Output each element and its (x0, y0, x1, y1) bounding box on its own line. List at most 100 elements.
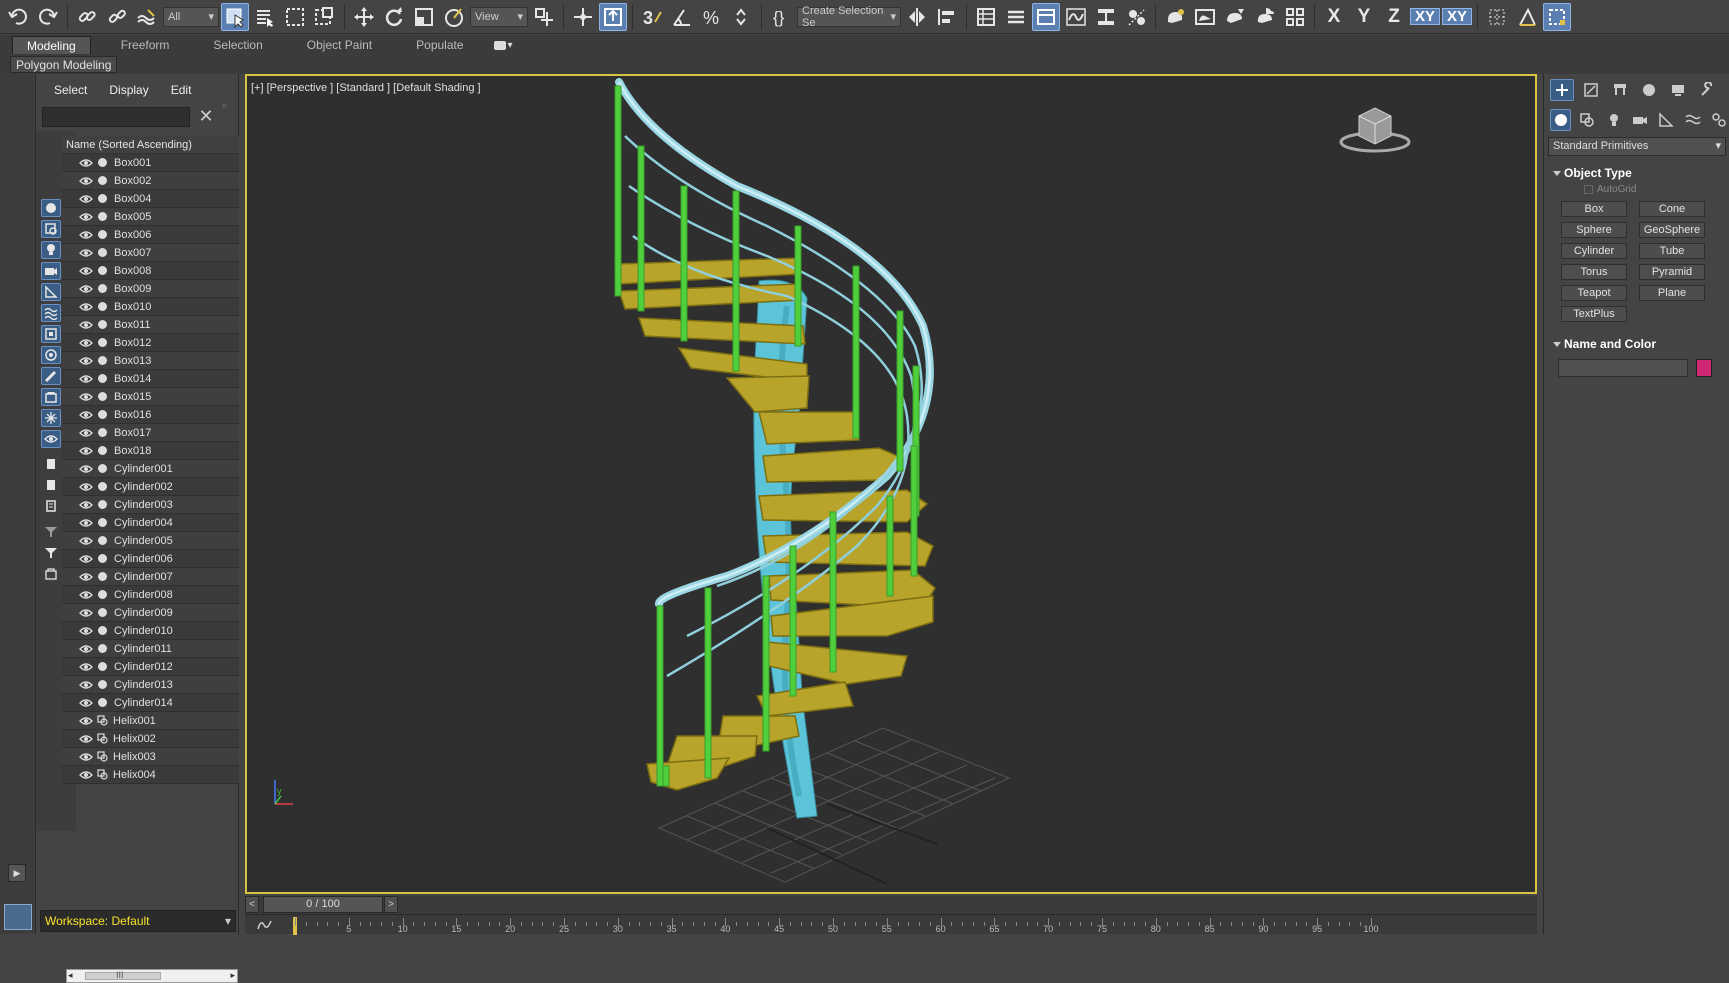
visibility-eye-icon[interactable] (79, 212, 93, 222)
list-item[interactable]: Cylinder010 (62, 622, 239, 640)
axis-z-button[interactable]: Z (1380, 6, 1408, 28)
link-icon[interactable] (73, 3, 101, 31)
list-item[interactable]: Cylinder008 (62, 586, 239, 604)
motion-tab-icon[interactable] (1637, 79, 1661, 101)
space-warps-filter-icon[interactable] (41, 304, 61, 322)
snap-grid-icon[interactable] (1483, 3, 1511, 31)
cameras-filter-icon[interactable] (41, 262, 61, 280)
list-item[interactable]: Cylinder011 (62, 640, 239, 658)
spiral-staircase-model[interactable]: y (247, 76, 1535, 892)
list-item[interactable]: Box007 (62, 244, 239, 262)
visibility-eye-icon[interactable] (79, 572, 93, 582)
angle-snap-icon[interactable] (668, 3, 696, 31)
lights-category-icon[interactable] (1603, 109, 1624, 131)
utilities-tab-icon[interactable] (1695, 79, 1719, 101)
autogrid-checkbox[interactable]: AutoGrid (1584, 184, 1636, 195)
list-item[interactable]: Helix004 (62, 766, 239, 784)
schematic-view-icon[interactable] (1092, 3, 1120, 31)
list-item[interactable]: Box008 (62, 262, 239, 280)
redo-icon[interactable] (34, 3, 62, 31)
list-item[interactable]: Cylinder001 (62, 460, 239, 478)
render-in-cloud-icon[interactable] (1251, 3, 1279, 31)
visibility-eye-icon[interactable] (79, 158, 93, 168)
tube-button[interactable]: Tube (1639, 243, 1705, 259)
polygon-modeling-panel[interactable]: Polygon Modeling (10, 56, 118, 73)
window-crossing-icon[interactable] (311, 3, 339, 31)
axis-y-button[interactable]: Y (1350, 6, 1378, 28)
visibility-eye-icon[interactable] (79, 770, 93, 780)
explorer-horizontal-scrollbar[interactable]: ◂ III ▸ (66, 969, 238, 983)
list-item[interactable]: Box017 (62, 424, 239, 442)
shapes-filter-icon[interactable] (41, 220, 61, 238)
list-item[interactable]: Box011 (62, 316, 239, 334)
visibility-eye-icon[interactable] (79, 716, 93, 726)
spinner-snap-icon[interactable] (728, 3, 756, 31)
bind-space-warp-icon[interactable] (133, 3, 161, 31)
shapes-category-icon[interactable] (1576, 109, 1597, 131)
visibility-eye-icon[interactable] (79, 392, 93, 402)
object-color-swatch[interactable] (1696, 359, 1712, 377)
list-item[interactable]: Cylinder013 (62, 676, 239, 694)
render-setup-icon[interactable] (1161, 3, 1189, 31)
rectangular-selection-icon[interactable] (281, 3, 309, 31)
visibility-eye-icon[interactable] (79, 194, 93, 204)
funnel-icon[interactable] (41, 544, 61, 562)
visibility-eye-icon[interactable] (79, 338, 93, 348)
list-item[interactable]: Cylinder006 (62, 550, 239, 568)
axis-xy-button[interactable]: XY (1410, 8, 1440, 25)
containers-filter-icon[interactable] (41, 388, 61, 406)
torus-button[interactable]: Torus (1561, 264, 1627, 280)
mirror-icon[interactable] (903, 3, 931, 31)
pyramid-button[interactable]: Pyramid (1639, 264, 1705, 280)
tab-freeform[interactable]: Freeform (107, 36, 184, 54)
list-item[interactable]: Box006 (62, 226, 239, 244)
visibility-eye-icon[interactable] (79, 176, 93, 186)
menu-edit[interactable]: Edit (171, 83, 192, 97)
visibility-eye-icon[interactable] (79, 734, 93, 744)
axis-xy-cycle-button[interactable]: XY (1442, 8, 1472, 25)
snaps-toggle-icon[interactable]: 3 (638, 3, 666, 31)
visibility-eye-icon[interactable] (79, 248, 93, 258)
visibility-eye-icon[interactable] (79, 284, 93, 294)
layer-explorer-icon[interactable] (1002, 3, 1030, 31)
material-editor-icon[interactable] (1122, 3, 1150, 31)
tab-object-paint[interactable]: Object Paint (293, 36, 386, 54)
scroll-right-icon[interactable]: ▸ (230, 970, 235, 981)
cylinder-button[interactable]: Cylinder (1561, 243, 1627, 259)
selection-set-icon[interactable] (41, 565, 61, 583)
lights-filter-icon[interactable] (41, 241, 61, 259)
reference-coordinate-dropdown[interactable]: View ▾ (470, 6, 528, 27)
explorer-search-input[interactable] (42, 107, 190, 127)
tab-populate[interactable]: Populate (402, 36, 477, 54)
visibility-eye-icon[interactable] (79, 464, 93, 474)
prev-frame-button[interactable]: < (245, 896, 259, 913)
plane-button[interactable]: Plane (1639, 285, 1705, 301)
placement-icon[interactable] (440, 3, 468, 31)
visibility-eye-icon[interactable] (79, 302, 93, 312)
list-item[interactable]: Helix003 (62, 748, 239, 766)
tab-selection[interactable]: Selection (199, 36, 276, 54)
systems-category-icon[interactable] (1709, 109, 1729, 131)
viewcube[interactable] (1337, 104, 1417, 158)
menu-select[interactable]: Select (54, 83, 87, 97)
align-icon[interactable] (933, 3, 961, 31)
scroll-left-icon[interactable]: ◂ (68, 970, 73, 981)
primitive-category-dropdown[interactable]: Standard Primitives ▾ (1548, 137, 1726, 156)
list-item[interactable]: Box001 (62, 154, 239, 172)
hidden-filter-icon[interactable] (41, 430, 61, 448)
visibility-eye-icon[interactable] (79, 482, 93, 492)
display-all-icon[interactable] (41, 455, 61, 473)
geometry-category-icon[interactable] (1550, 109, 1572, 131)
textplus-button[interactable]: TextPlus (1561, 306, 1627, 322)
visibility-eye-icon[interactable] (79, 536, 93, 546)
tab-modeling[interactable]: Modeling (12, 36, 91, 54)
keyboard-shortcut-override-icon[interactable] (599, 2, 627, 31)
list-item[interactable]: Cylinder003 (62, 496, 239, 514)
pivot-center-icon[interactable] (530, 3, 558, 31)
visibility-eye-icon[interactable] (79, 752, 93, 762)
workspace-selector[interactable]: Workspace: Default ▾ (40, 910, 236, 932)
frozen-filter-icon[interactable] (41, 409, 61, 427)
scene-explorer-toggle-icon[interactable] (972, 3, 1000, 31)
list-item[interactable]: Box004 (62, 190, 239, 208)
visibility-eye-icon[interactable] (79, 374, 93, 384)
